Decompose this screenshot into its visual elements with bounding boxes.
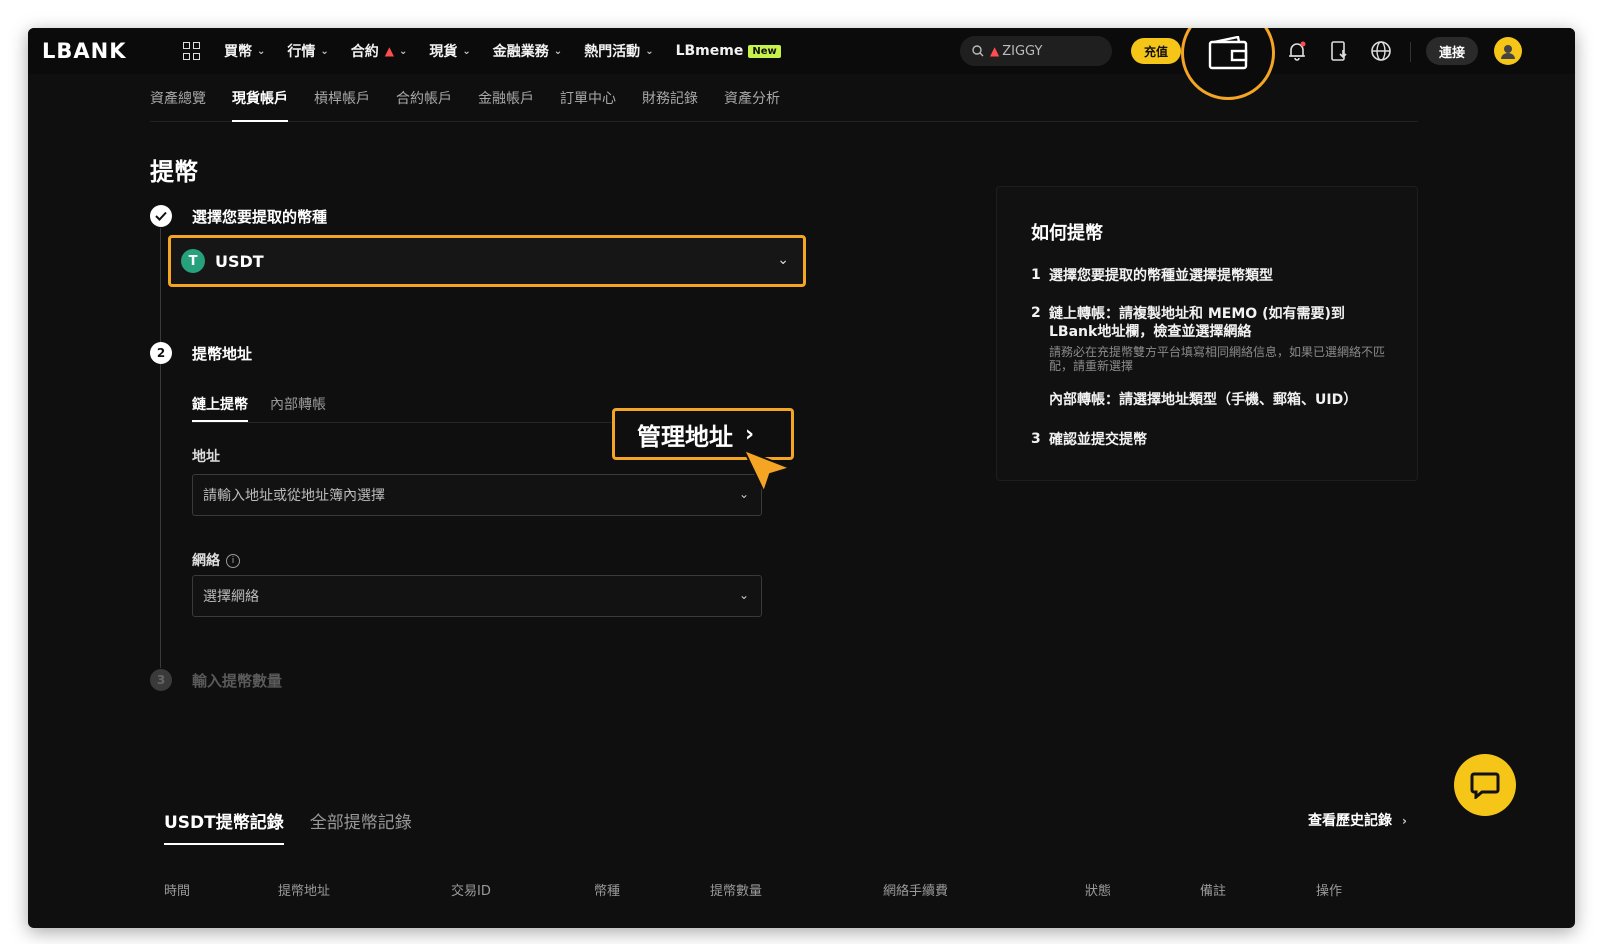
- chevron-down-icon: ⌄: [462, 45, 471, 57]
- bell-icon[interactable]: [1286, 40, 1308, 62]
- tab-financial-records[interactable]: 財務記錄: [642, 74, 698, 122]
- main-menu: 買幣 ⌄ 行情 ⌄ 合約 ▲ ⌄ 現貨 ⌄ 金融業務 ⌄ 熱門活動 ⌄ LBmeme New: [224, 28, 803, 74]
- col-withdraw-address: 提幣地址: [278, 884, 331, 899]
- tab-futures-account[interactable]: 合約帳戶: [396, 74, 452, 122]
- tab-internal-transfer[interactable]: 內部轉帳: [270, 394, 326, 422]
- chevron-down-icon: ⌄: [320, 45, 329, 57]
- cursor-pointer-icon: [742, 448, 794, 495]
- new-badge: New: [748, 44, 781, 58]
- fire-icon: ▲: [990, 44, 1000, 58]
- fire-icon: ▲: [384, 44, 395, 58]
- coin-name: USDT: [215, 251, 264, 271]
- tab-spot-account[interactable]: 現貨帳戶: [232, 74, 288, 122]
- deposit-button[interactable]: 充值: [1131, 38, 1181, 64]
- tab-finance-account[interactable]: 金融帳戶: [478, 74, 534, 122]
- address-input[interactable]: 請輸入地址或從地址簿內選擇 ⌄: [192, 474, 762, 516]
- chat-icon: [1470, 772, 1500, 799]
- nav-markets[interactable]: 行情 ⌄: [287, 41, 328, 61]
- nav-buy-crypto[interactable]: 買幣 ⌄: [224, 41, 265, 61]
- nav-finance[interactable]: 金融業務 ⌄: [493, 41, 562, 61]
- howto-step-2-note: 請務必在充提幣雙方平台填寫相同網絡信息，如果已選網絡不匹配，請重新選擇: [1049, 345, 1386, 373]
- howto-title: 如何提幣: [1031, 223, 1103, 244]
- app-window: LBANK 買幣 ⌄ 行情 ⌄ 合約 ▲ ⌄ 現貨 ⌄ 金融業務 ⌄ 熱門活動 ⌄ LBmem…: [28, 28, 1575, 928]
- download-app-icon[interactable]: [1328, 40, 1350, 62]
- nav-lbmeme[interactable]: LBmeme New: [676, 43, 781, 59]
- info-icon[interactable]: i: [226, 554, 240, 568]
- nav-spot[interactable]: 現貨 ⌄: [429, 41, 470, 61]
- address-placeholder: 請輸入地址或從地址簿內選擇: [203, 488, 385, 504]
- nav-futures[interactable]: 合約 ▲ ⌄: [351, 41, 408, 61]
- col-action: 操作: [1316, 884, 1343, 899]
- howto-step-2: 鏈上轉帳：請複製地址和 MEMO (如有需要)到LBank地址欄，檢查並選擇網絡: [1049, 306, 1345, 340]
- step3-number: 3: [150, 669, 172, 691]
- history-tabs: USDT提幣記錄 全部提幣記錄: [164, 808, 438, 845]
- wallet-icon: [1208, 36, 1248, 70]
- chevron-down-icon: ⌄: [553, 45, 563, 57]
- chevron-down-icon: ⌄: [257, 45, 266, 57]
- col-remark: 備註: [1200, 884, 1227, 899]
- tab-margin-account[interactable]: 槓桿帳戶: [314, 74, 370, 122]
- account-tabs: 資產總覽 現貨帳戶 槓桿帳戶 合約帳戶 金融帳戶 訂單中心 財務記錄 資產分析: [150, 74, 1418, 122]
- howto-step-3: 確認並提交提幣: [1049, 432, 1147, 448]
- support-chat-button[interactable]: [1454, 754, 1516, 816]
- chevron-down-icon: ⌄: [738, 588, 749, 602]
- tab-onchain-withdraw[interactable]: 鏈上提幣: [192, 394, 248, 422]
- nav-events[interactable]: 熱門活動 ⌄: [584, 41, 653, 61]
- col-network-fee: 網絡手續費: [883, 884, 949, 899]
- lbank-logo[interactable]: LBANK: [42, 39, 127, 63]
- step-connector: [160, 228, 161, 668]
- step1-title: 選擇您要提取的幣種: [192, 208, 328, 226]
- col-status: 狀態: [1085, 884, 1112, 899]
- howto-step-2-num: 2: [1031, 305, 1041, 321]
- tab-usdt-withdraw-history[interactable]: USDT提幣記錄: [164, 808, 284, 845]
- user-avatar-icon: [1501, 45, 1515, 59]
- nav-divider: [1410, 42, 1411, 62]
- col-time: 時間: [164, 884, 191, 899]
- page-title: 提幣: [150, 158, 198, 186]
- search-input[interactable]: ▲ ZIGGY: [960, 36, 1112, 66]
- step2-number: 2: [150, 342, 172, 364]
- search-trending-text: ZIGGY: [1002, 43, 1043, 59]
- how-to-withdraw-panel: 如何提幣 1 選擇您要提取的幣種並選擇提幣類型 2 鏈上轉帳：請複製地址和 ME…: [996, 186, 1418, 481]
- col-coin: 幣種: [594, 884, 621, 899]
- chevron-right-icon: ›: [1402, 814, 1407, 828]
- tab-asset-overview[interactable]: 資產總覽: [150, 74, 206, 122]
- howto-step-1: 選擇您要提取的幣種並選擇提幣類型: [1049, 268, 1273, 284]
- chevron-down-icon: ⌄: [777, 252, 789, 268]
- tab-asset-analysis[interactable]: 資產分析: [724, 74, 780, 122]
- view-history-link[interactable]: 查看歷史記錄 ›: [1308, 810, 1407, 830]
- search-icon: [972, 45, 984, 57]
- network-label: 網絡 i: [192, 550, 240, 570]
- address-label: 地址: [192, 449, 220, 465]
- howto-step-1-num: 1: [1031, 267, 1041, 283]
- step1-check-icon: [150, 205, 172, 227]
- tab-order-center[interactable]: 訂單中心: [560, 74, 616, 122]
- chevron-right-icon: ›: [745, 421, 755, 447]
- chevron-down-icon: ⌄: [645, 45, 654, 57]
- coin-select[interactable]: T USDT ⌄: [168, 235, 806, 287]
- network-select[interactable]: 選擇網絡 ⌄: [192, 575, 762, 617]
- howto-step-3-num: 3: [1031, 431, 1041, 447]
- top-nav: LBANK 買幣 ⌄ 行情 ⌄ 合約 ▲ ⌄ 現貨 ⌄ 金融業務 ⌄ 熱門活動 ⌄ LBmem…: [28, 28, 1575, 100]
- step3-title: 輸入提幣數量: [192, 672, 283, 690]
- apps-grid-icon[interactable]: [183, 42, 201, 60]
- globe-icon[interactable]: [1370, 40, 1392, 62]
- chevron-down-icon: ⌄: [399, 45, 408, 57]
- col-amount: 提幣數量: [710, 884, 763, 899]
- usdt-icon: T: [181, 249, 205, 273]
- step2-title: 提幣地址: [192, 345, 253, 363]
- col-tx-id: 交易ID: [451, 884, 491, 899]
- connect-button[interactable]: 連接: [1426, 37, 1478, 65]
- network-placeholder: 選擇網絡: [203, 589, 259, 605]
- withdraw-type-tabs: 鏈上提幣 內部轉帳: [192, 394, 348, 422]
- howto-step-2-internal: 內部轉帳：請選擇地址類型（手機、郵箱、UID）: [1049, 392, 1358, 408]
- tab-all-withdraw-history[interactable]: 全部提幣記錄: [310, 808, 412, 845]
- avatar[interactable]: [1494, 37, 1522, 65]
